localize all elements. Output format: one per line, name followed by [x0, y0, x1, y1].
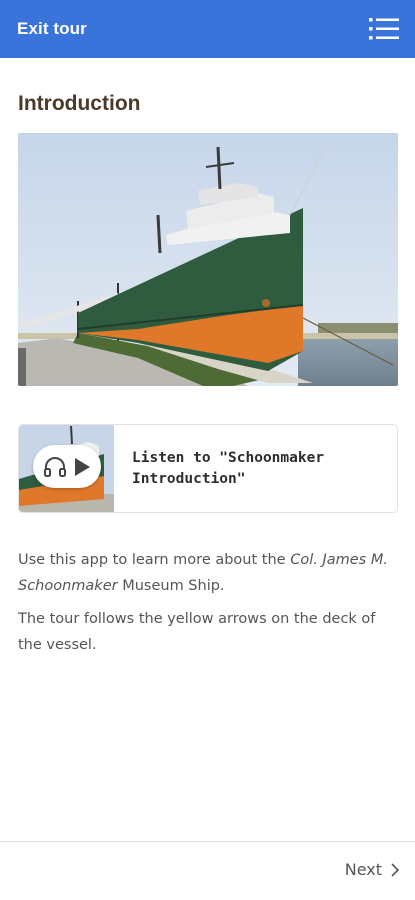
- chevron-right-icon: [391, 862, 400, 877]
- page-title: Introduction: [18, 92, 141, 115]
- menu-list-icon[interactable]: [369, 16, 399, 42]
- ship-photo: [18, 133, 398, 386]
- next-label: Next: [344, 860, 382, 879]
- headphones-icon: [44, 456, 66, 477]
- exit-tour-button[interactable]: Exit tour: [17, 19, 87, 39]
- play-icon: [75, 457, 90, 476]
- audio-player-card[interactable]: Listen to "Schoonmaker Introduction": [18, 424, 398, 513]
- audio-play-pill[interactable]: [33, 445, 101, 488]
- audio-title: Listen to "Schoonmaker Introduction": [132, 449, 325, 487]
- bottom-nav: Next: [0, 841, 415, 900]
- intro-text: Use this app to learn more about the Col…: [18, 547, 398, 658]
- next-button[interactable]: Next: [345, 860, 400, 879]
- top-bar: Exit tour: [0, 0, 415, 58]
- intro-paragraph-1: Use this app to learn more about the Col…: [18, 552, 388, 594]
- audio-thumbnail: [19, 425, 114, 512]
- main-content: Introduction Listen to "Schoonmaker Intr…: [18, 58, 398, 665]
- intro-paragraph-2: The tour follows the yellow arrows on th…: [18, 611, 376, 653]
